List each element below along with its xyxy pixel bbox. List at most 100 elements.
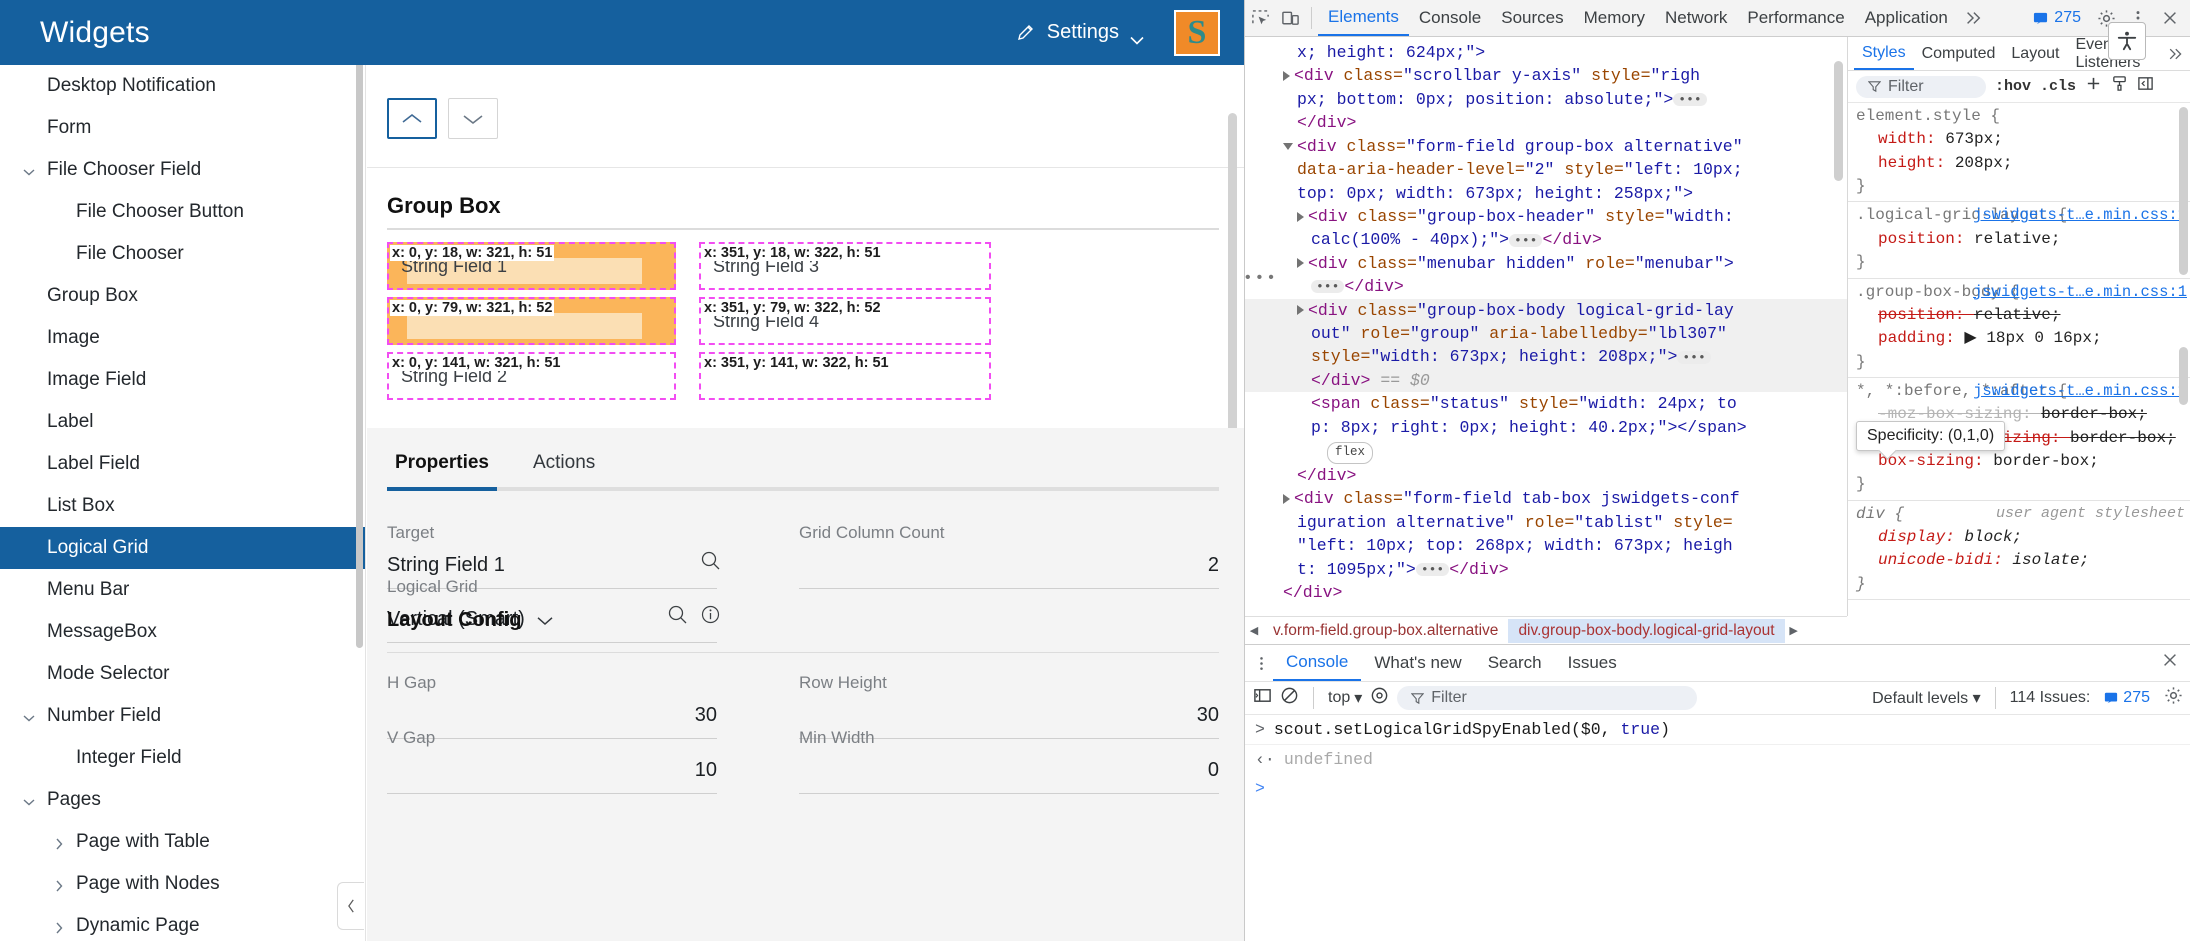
tab-actions[interactable]: Actions: [525, 446, 603, 480]
dom-node-line[interactable]: style="width: 673px; height: 208px;">•••: [1245, 345, 1847, 368]
row-height-value[interactable]: 30: [799, 700, 1219, 730]
dom-node-line[interactable]: px; bottom: 0px; position: absolute;">••…: [1245, 88, 1847, 111]
css-declaration[interactable]: height: 208px;: [1856, 152, 2190, 175]
dom-node-line[interactable]: x; height: 624px;">: [1245, 41, 1847, 64]
chevron-right-icon[interactable]: [52, 835, 66, 849]
css-source[interactable]: jswidgets-t…e.min.css:1: [1973, 380, 2187, 403]
devtools-tab-console[interactable]: Console: [1409, 0, 1491, 36]
css-rule[interactable]: .group-box-body {jswidgets-t…e.min.css:1…: [1848, 279, 2190, 378]
dom-node-line[interactable]: p: 8px; right: 0px; height: 40.2px;"></s…: [1245, 416, 1847, 439]
dom-tree[interactable]: x; height: 624px;"><div class="scrollbar…: [1245, 37, 1847, 616]
chevron-down-icon[interactable]: [22, 793, 36, 807]
element-classes-icon[interactable]: [2111, 75, 2128, 98]
css-declaration[interactable]: box-sizing: border-box;: [1856, 450, 2190, 473]
dom-node-line[interactable]: </div>: [1245, 111, 1847, 134]
issues-counter[interactable]: 275: [2025, 9, 2089, 27]
expand-ellipsis-icon[interactable]: •••: [1311, 280, 1344, 293]
styles-filter-input[interactable]: Filter: [1856, 76, 1986, 98]
chevron-right-icon[interactable]: [52, 877, 66, 891]
toggle-sidebar-icon[interactable]: [2137, 75, 2154, 98]
tab-properties[interactable]: Properties: [387, 446, 497, 480]
expand-triangle-icon[interactable]: [1283, 494, 1290, 504]
collapse-triangle-icon[interactable]: [1283, 143, 1293, 150]
sidebar-item-logical-grid[interactable]: Logical Grid: [0, 527, 365, 569]
expand-triangle-icon[interactable]: [1297, 212, 1304, 222]
sidebar-item-label-field[interactable]: Label Field: [0, 443, 365, 485]
default-levels-dropdown[interactable]: Default levels ▾: [1872, 688, 1981, 708]
dom-node-line[interactable]: <div class="scrollbar y-axis" style="rig…: [1245, 64, 1847, 87]
chevron-left-icon[interactable]: ◀: [1245, 617, 1263, 644]
css-source[interactable]: jswidgets-t…e.min.css:1: [1973, 281, 2187, 304]
search-icon[interactable]: [667, 604, 688, 625]
devtools-tab-performance[interactable]: Performance: [1737, 0, 1854, 36]
dom-node-line[interactable]: t: 1095px;">•••</div>: [1245, 558, 1847, 581]
gear-icon[interactable]: [2164, 686, 2183, 710]
target-value[interactable]: String Field 1: [387, 550, 717, 580]
context-selector[interactable]: top ▾: [1328, 688, 1362, 708]
chevron-down-icon[interactable]: [22, 163, 36, 177]
css-declaration[interactable]: padding: ▶ 18px 0 16px;: [1856, 327, 2190, 350]
v-gap-value[interactable]: 10: [387, 755, 717, 785]
sidebar-item-number-field[interactable]: Number Field: [0, 695, 365, 737]
dom-node-line[interactable]: <span class="status" style="width: 24px;…: [1245, 392, 1847, 415]
device-toolbar-icon[interactable]: [1275, 3, 1305, 33]
breadcrumb-item[interactable]: v.form-field.group-box.alternative: [1263, 619, 1508, 643]
sidebar-item-dynamic-page[interactable]: Dynamic Page: [0, 905, 365, 941]
console-sidebar-icon[interactable]: [1253, 686, 1272, 711]
sidebar-item-form[interactable]: Form: [0, 107, 365, 149]
styles-tab-layout[interactable]: Layout: [2003, 37, 2067, 70]
sidebar-item-messagebox[interactable]: MessageBox: [0, 611, 365, 653]
flex-badge[interactable]: flex: [1327, 442, 1373, 464]
cls-toggle[interactable]: .cls: [2040, 78, 2076, 95]
expand-ellipsis-icon[interactable]: •••: [1509, 234, 1542, 247]
sidebar-item-file-chooser-button[interactable]: File Chooser Button: [0, 191, 365, 233]
expand-triangle-icon[interactable]: [1297, 305, 1304, 315]
dom-node-line[interactable]: <div class="group-box-body logical-grid-…: [1245, 299, 1847, 322]
sidebar-item-page-with-table[interactable]: Page with Table: [0, 821, 365, 863]
devtools-tab-application[interactable]: Application: [1855, 0, 1958, 36]
dom-node-line[interactable]: data-aria-header-level="2" style="left: …: [1245, 158, 1847, 181]
sidebar-item-file-chooser-field[interactable]: File Chooser Field: [0, 149, 365, 191]
hov-toggle[interactable]: :hov: [1995, 78, 2031, 95]
css-declaration[interactable]: width: 673px;: [1856, 128, 2190, 151]
sidebar-collapse-button[interactable]: [337, 882, 364, 930]
grid-column-count-value[interactable]: 2: [799, 550, 1219, 580]
console-issues-counter[interactable]: 275: [2104, 689, 2150, 707]
content-scrollbar[interactable]: [1228, 113, 1237, 443]
styles-tab-styles[interactable]: Styles: [1854, 37, 1914, 70]
sidebar-item-image[interactable]: Image: [0, 317, 365, 359]
dom-node-line[interactable]: top: 0px; width: 673px; height: 258px;">: [1245, 182, 1847, 205]
devtools-tab-elements[interactable]: Elements: [1318, 0, 1409, 36]
sidebar-item-file-chooser[interactable]: File Chooser: [0, 233, 365, 275]
console-prompt-row[interactable]: >: [1245, 774, 2190, 803]
dom-node-line[interactable]: </div>: [1245, 581, 1847, 604]
css-rule[interactable]: .logical-grid-layout {jswidgets-t…e.min.…: [1848, 202, 2190, 278]
dom-node-line[interactable]: "left: 10px; top: 268px; width: 673px; h…: [1245, 534, 1847, 557]
min-width-value[interactable]: 0: [799, 755, 1219, 785]
css-rule[interactable]: element.style {width: 673px;height: 208p…: [1848, 103, 2190, 202]
sidebar-item-pages[interactable]: Pages: [0, 779, 365, 821]
dom-node-line[interactable]: out" role="group" aria-labelledby="lbl30…: [1245, 322, 1847, 345]
more-vertical-icon[interactable]: [1249, 655, 1273, 672]
clear-console-icon[interactable]: [1280, 686, 1299, 711]
dom-node-line[interactable]: •••</div>: [1245, 275, 1847, 298]
chevron-right-icon[interactable]: [52, 919, 66, 933]
expand-triangle-icon[interactable]: [1297, 258, 1304, 268]
dom-node-line[interactable]: <div class="form-field tab-box jswidgets…: [1245, 487, 1847, 510]
styles-scrollbar[interactable]: [2179, 107, 2188, 275]
chevron-double-right-icon[interactable]: [1958, 3, 1988, 33]
dom-node-line[interactable]: </div> == $0: [1245, 369, 1847, 392]
inspect-element-icon[interactable]: [1245, 3, 1275, 33]
expand-ellipsis-icon[interactable]: •••: [1673, 93, 1706, 106]
sidebar-item-integer-field[interactable]: Integer Field: [0, 737, 365, 779]
styles-tab-computed[interactable]: Computed: [1914, 37, 2004, 70]
devtools-tab-memory[interactable]: Memory: [1574, 0, 1655, 36]
sidebar-item-group-box[interactable]: Group Box: [0, 275, 365, 317]
sidebar-item-mode-selector[interactable]: Mode Selector: [0, 653, 365, 695]
css-declaration[interactable]: position: relative;: [1856, 228, 2190, 251]
drawer-tab-issues[interactable]: Issues: [1555, 645, 1630, 681]
devtools-tab-sources[interactable]: Sources: [1491, 0, 1573, 36]
dom-node-line[interactable]: flex: [1245, 439, 1847, 464]
nav-down-button[interactable]: [448, 98, 498, 139]
dom-node-line[interactable]: </div>: [1245, 464, 1847, 487]
